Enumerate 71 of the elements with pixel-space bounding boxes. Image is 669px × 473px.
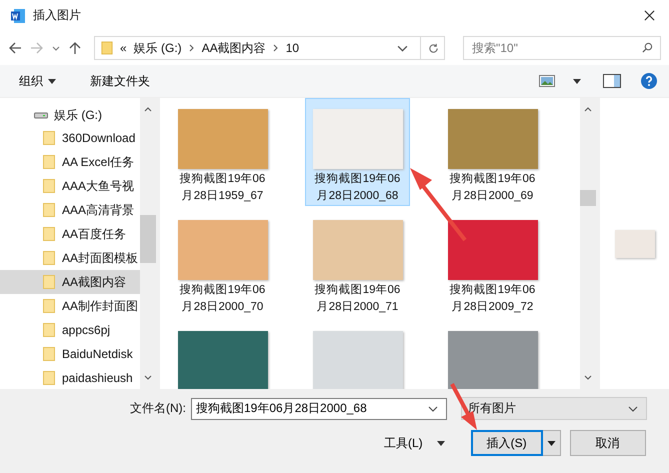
chevron-down-icon <box>628 406 638 412</box>
scrollbar-thumb[interactable] <box>580 190 596 206</box>
folder-tree-item[interactable]: AA制作封面图 <box>0 294 140 318</box>
folder-tree-item[interactable]: BaiduNetdisk <box>0 342 140 366</box>
scroll-down-icon[interactable] <box>144 375 152 381</box>
folder-icon <box>43 347 55 361</box>
filename-label: 文件名(N): <box>130 400 186 417</box>
file-item[interactable]: 搜狗截图19年06 月28日2000_69 <box>440 98 545 206</box>
file-item[interactable]: 搜狗截图19年06 月28日2000_68 <box>305 98 410 206</box>
folder-icon <box>43 371 55 385</box>
insert-button[interactable]: 插入(S) <box>470 430 543 456</box>
chevron-right-icon <box>188 44 195 52</box>
new-folder-button[interactable]: 新建文件夹 <box>85 70 155 92</box>
preview-photo-placeholder <box>614 230 654 258</box>
help-icon[interactable] <box>641 73 657 89</box>
file-item[interactable]: 搜狗截图19年06 月28日2000_70 <box>170 209 275 317</box>
cancel-button[interactable]: 取消 <box>570 430 646 456</box>
folder-tree-item[interactable]: AAA高清背景 <box>0 198 140 222</box>
file-item[interactable]: 搜狗截图19年06 月28日2000_71 <box>305 209 410 317</box>
chevron-down-icon[interactable] <box>52 44 60 52</box>
folder-icon <box>43 323 55 337</box>
scroll-up-icon[interactable] <box>144 106 152 112</box>
search-icon <box>642 42 653 53</box>
word-logo-icon <box>10 8 26 24</box>
filename-field[interactable]: 搜狗截图19年06月28日2000_68 <box>191 398 447 420</box>
chevron-down-icon <box>428 406 438 412</box>
scrollbar-thumb[interactable] <box>140 215 156 263</box>
preview-pane-icon[interactable] <box>603 74 621 88</box>
folder-tree-item[interactable]: 360Download <box>0 126 140 150</box>
folder-tree-item[interactable]: AA截图内容 <box>0 270 140 294</box>
folder-tree-item[interactable]: appcs6pj <box>0 318 140 342</box>
address-bar[interactable]: « 娱乐 (G:) AA截图内容 10 <box>94 36 445 60</box>
folder-tree-item[interactable]: AA Excel任务 <box>0 150 140 174</box>
folder-icon <box>43 179 55 193</box>
organize-menu-button[interactable]: 组织 <box>14 70 61 92</box>
breadcrumb-item[interactable]: AA截图内容 <box>202 40 266 56</box>
breadcrumb-item[interactable]: 娱乐 (G:) <box>134 40 182 56</box>
back-arrow-icon[interactable] <box>8 41 22 55</box>
file-item[interactable]: 搜狗截图19年06 月28日1959_67 <box>170 98 275 206</box>
folder-icon <box>101 40 113 56</box>
caret-down-icon[interactable] <box>573 78 581 84</box>
file-item[interactable]: 搜狗截图19年06 月28日2009_72 <box>440 209 545 317</box>
folder-tree-item[interactable]: AA百度任务 <box>0 222 140 246</box>
breadcrumb-item[interactable]: 10 <box>286 41 300 55</box>
folder-icon <box>43 299 55 313</box>
folder-icon <box>43 275 55 289</box>
folder-icon <box>43 251 55 265</box>
caret-down-icon <box>546 440 556 446</box>
refresh-icon[interactable] <box>428 42 439 54</box>
folder-icon <box>43 227 55 241</box>
scroll-down-icon[interactable] <box>584 375 592 381</box>
up-arrow-icon[interactable] <box>68 41 82 55</box>
window-title: 插入图片 <box>33 7 82 24</box>
folder-tree-item[interactable]: AA封面图模板 <box>0 246 140 270</box>
tools-menu-button[interactable]: 工具(L) <box>380 432 449 454</box>
folder-icon <box>43 203 55 217</box>
folder-icon <box>43 155 55 169</box>
breadcrumb-overflow[interactable]: « <box>120 41 127 55</box>
caret-down-icon <box>436 440 445 446</box>
scroll-up-icon[interactable] <box>584 106 592 112</box>
chevron-right-icon <box>272 44 279 52</box>
folder-icon <box>43 131 55 145</box>
insert-options-button[interactable] <box>542 430 561 456</box>
drive-icon <box>34 111 48 119</box>
view-options-icon[interactable] <box>539 75 555 87</box>
folder-tree-item[interactable]: AAA大鱼号视 <box>0 174 140 198</box>
caret-down-icon <box>48 78 56 84</box>
close-icon[interactable] <box>644 10 655 21</box>
search-field[interactable]: 搜索"10" <box>463 36 661 60</box>
tree-item[interactable]: 娱乐 (G:) <box>54 106 102 124</box>
folder-tree-item[interactable]: paidashieush <box>0 366 140 389</box>
